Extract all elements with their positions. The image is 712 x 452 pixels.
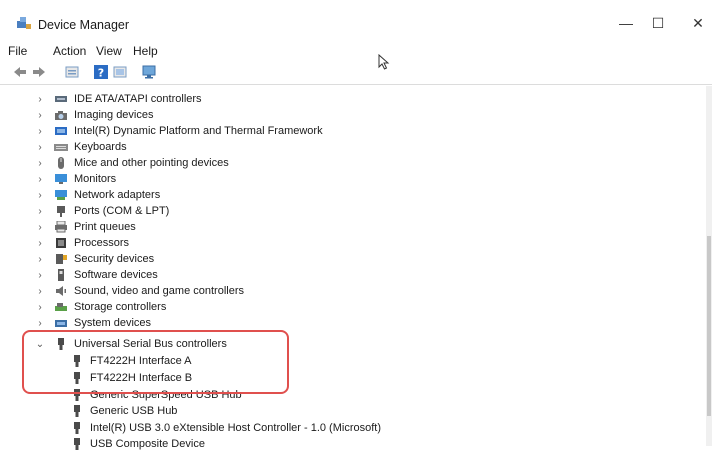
device-view-icon[interactable] — [112, 64, 128, 80]
tree-device-generic-usb-hub[interactable]: Generic USB Hub — [70, 403, 177, 419]
tree-category-label: Mice and other pointing devices — [74, 157, 229, 169]
processor-icon — [56, 238, 66, 248]
tree-category-label: Monitors — [74, 173, 117, 185]
usb-device-icon — [74, 438, 80, 450]
tree-category-label: Security devices — [74, 253, 155, 265]
window-title: Device Manager — [38, 18, 130, 32]
tree-category-network[interactable]: › Network adapters — [34, 187, 160, 203]
system-device-icon — [55, 320, 67, 327]
port-icon — [57, 206, 65, 217]
expand-chevron-icon[interactable]: › — [34, 190, 46, 201]
expand-chevron-icon[interactable]: › — [34, 222, 46, 233]
toolbar: ? — [0, 60, 712, 85]
help-icon[interactable]: ? — [93, 64, 109, 80]
svg-text:?: ? — [98, 67, 104, 80]
close-button[interactable]: ✕ — [678, 10, 712, 36]
imaging-device-icon — [55, 111, 67, 120]
highlight-callout — [22, 330, 289, 394]
menu-help[interactable]: Help — [133, 44, 158, 58]
menu-view[interactable]: View — [96, 44, 122, 58]
tree-device-label: USB Composite Device — [90, 438, 205, 450]
tree-category-label: Keyboards — [74, 141, 127, 153]
tree-category-label: Network adapters — [74, 189, 161, 201]
expand-chevron-icon[interactable]: › — [34, 158, 46, 169]
tree-category-label: Print queues — [74, 221, 136, 233]
tree-category-label: Processors — [74, 237, 130, 249]
tree-category-system[interactable]: › System devices — [34, 315, 151, 331]
back-arrow-icon[interactable] — [12, 64, 28, 80]
tree-device-intel-usb3-host[interactable]: Intel(R) USB 3.0 eXtensible Host Control… — [70, 420, 381, 436]
expand-chevron-icon[interactable]: › — [34, 174, 46, 185]
monitor-icon — [55, 174, 67, 184]
expand-chevron-icon[interactable]: › — [34, 238, 46, 249]
title-bar: Device Manager — ☐ ✕ — [0, 0, 712, 36]
device-manager-icon — [17, 17, 31, 29]
mouse-icon — [58, 157, 64, 169]
expand-chevron-icon[interactable]: › — [34, 302, 46, 313]
tree-category-sound[interactable]: › Sound, video and game controllers — [34, 283, 244, 299]
tree-category-label: Software devices — [74, 269, 158, 281]
mouse-cursor-icon — [378, 54, 390, 70]
expand-chevron-icon[interactable]: › — [34, 318, 46, 329]
storage-controller-icon — [55, 303, 67, 311]
tree-device-label: Intel(R) USB 3.0 eXtensible Host Control… — [90, 422, 381, 434]
scan-hardware-icon[interactable] — [141, 64, 159, 80]
tree-category-label: Storage controllers — [74, 301, 167, 313]
usb-device-icon — [74, 405, 80, 417]
speaker-icon — [56, 286, 66, 296]
keyboard-icon — [54, 144, 68, 151]
expand-chevron-icon[interactable]: › — [34, 94, 46, 105]
tree-category-label: IDE ATA/ATAPI controllers — [74, 93, 202, 105]
tree-category-ports[interactable]: › Ports (COM & LPT) — [34, 203, 169, 219]
expand-chevron-icon[interactable]: › — [34, 270, 46, 281]
expand-chevron-icon[interactable]: › — [34, 126, 46, 137]
expand-chevron-icon[interactable]: › — [34, 254, 46, 265]
usb-device-icon — [74, 422, 80, 434]
tree-category-processors[interactable]: › Processors — [34, 235, 129, 251]
tree-category-intel-dptf[interactable]: › Intel(R) Dynamic Platform and Thermal … — [34, 123, 323, 139]
printer-icon — [55, 221, 67, 233]
tree-category-label: Intel(R) Dynamic Platform and Thermal Fr… — [74, 125, 323, 137]
menu-bar: File Action View Help — [0, 38, 712, 60]
expand-chevron-icon[interactable]: › — [34, 142, 46, 153]
menu-file[interactable]: File — [8, 44, 27, 58]
tree-category-mice[interactable]: › Mice and other pointing devices — [34, 155, 229, 171]
tree-category-imaging[interactable]: › Imaging devices — [34, 107, 154, 123]
tree-category-print-queues[interactable]: › Print queues — [34, 219, 136, 235]
system-device-icon — [55, 127, 67, 135]
menu-action[interactable]: Action — [53, 44, 86, 58]
tree-category-security[interactable]: › Security devices — [34, 251, 154, 267]
tree-category-ide[interactable]: › IDE ATA/ATAPI controllers — [34, 91, 202, 107]
expand-chevron-icon[interactable]: › — [34, 110, 46, 121]
network-adapter-icon — [55, 190, 67, 200]
forward-arrow-icon[interactable] — [31, 64, 47, 80]
maximize-button[interactable]: ☐ — [638, 10, 678, 36]
tree-category-storage[interactable]: › Storage controllers — [34, 299, 166, 315]
tree-device-label: Generic USB Hub — [90, 405, 178, 417]
tree-device-usb-composite[interactable]: USB Composite Device — [70, 436, 205, 452]
software-device-icon — [58, 269, 64, 281]
vertical-scrollbar[interactable] — [706, 86, 712, 446]
tree-category-label: Sound, video and game controllers — [74, 285, 244, 297]
expand-chevron-icon[interactable]: › — [34, 286, 46, 297]
tree-category-label: Imaging devices — [74, 109, 154, 121]
security-device-icon — [56, 254, 67, 264]
ide-controller-icon — [55, 96, 67, 102]
tree-category-software[interactable]: › Software devices — [34, 267, 158, 283]
properties-icon[interactable] — [64, 64, 80, 80]
scrollbar-thumb[interactable] — [707, 236, 711, 416]
tree-category-monitors[interactable]: › Monitors — [34, 171, 116, 187]
expand-chevron-icon[interactable]: › — [34, 206, 46, 217]
tree-category-label: Ports (COM & LPT) — [74, 205, 170, 217]
tree-category-label: System devices — [74, 317, 152, 329]
tree-category-keyboards[interactable]: › Keyboards — [34, 139, 127, 155]
